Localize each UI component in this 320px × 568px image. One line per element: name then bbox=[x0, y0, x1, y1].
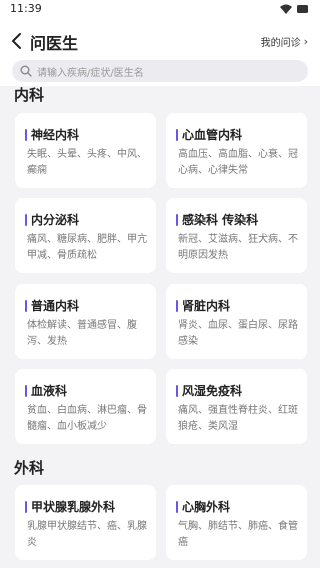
search-container: 请输入疾病/症状/医生名 bbox=[0, 60, 320, 86]
wifi-icon bbox=[280, 4, 292, 14]
back-arrow-icon[interactable] bbox=[10, 32, 24, 50]
department-card[interactable]: 心胸外科 气胸、肺结节、肺癌、食管癌 bbox=[166, 485, 307, 560]
department-description: 气胸、肺结节、肺癌、食管癌 bbox=[178, 521, 298, 548]
my-consultation-link[interactable]: 我的问诊 › bbox=[261, 34, 308, 49]
department-name: 普通内科 bbox=[31, 299, 80, 313]
department-card[interactable]: 感染科 传染科 新冠、艾滋病、狂犬病、不明原因发热 bbox=[166, 198, 307, 273]
status-bar: 11:39 bbox=[0, 0, 320, 20]
department-description: 痛风、糖尿病、肥胖、甲亢甲减、骨质疏松 bbox=[27, 234, 147, 261]
department-name: 感染科 传染科 bbox=[182, 213, 259, 227]
department-card[interactable]: 肾脏内科 肾炎、血尿、蛋白尿、尿路感染 bbox=[166, 284, 307, 359]
department-name: 甲状腺乳腺外科 bbox=[31, 500, 116, 514]
department-description: 新冠、艾滋病、狂犬病、不明原因发热 bbox=[178, 234, 298, 261]
accent-bar bbox=[176, 500, 178, 513]
department-card[interactable]: 风湿免疫科 痛风、强直性脊柱炎、红斑狼疮、类风湿 bbox=[166, 369, 307, 444]
accent-bar bbox=[176, 128, 178, 141]
department-description: 痛风、强直性脊柱炎、红斑狼疮、类风湿 bbox=[178, 405, 298, 432]
accent-bar bbox=[176, 384, 178, 397]
section-title-internal-medicine: 内科 bbox=[14, 86, 45, 104]
accent-bar bbox=[25, 128, 27, 141]
search-icon bbox=[20, 65, 32, 77]
page-title: 问医生 bbox=[30, 34, 79, 53]
department-name: 心胸外科 bbox=[182, 500, 231, 514]
department-card[interactable]: 血液科 贫血、白血病、淋巴瘤、骨髓瘤、血小板减少 bbox=[15, 369, 156, 444]
status-icons bbox=[280, 4, 308, 14]
accent-bar bbox=[25, 500, 27, 513]
search-input[interactable]: 请输入疾病/症状/医生名 bbox=[12, 60, 308, 82]
department-card[interactable]: 内分泌科 痛风、糖尿病、肥胖、甲亢甲减、骨质疏松 bbox=[15, 198, 156, 273]
department-name: 肾脏内科 bbox=[182, 299, 231, 313]
department-card[interactable]: 普通内科 体检解读、普通感冒、腹泻、发热 bbox=[15, 284, 156, 359]
accent-bar bbox=[176, 213, 178, 226]
search-placeholder: 请输入疾病/症状/医生名 bbox=[37, 68, 144, 79]
department-name: 内分泌科 bbox=[31, 213, 80, 227]
accent-bar bbox=[25, 384, 27, 397]
accent-bar bbox=[176, 299, 178, 312]
section-title-surgery: 外科 bbox=[14, 459, 45, 477]
app-header: 问医生 我的问诊 › bbox=[0, 20, 320, 60]
department-name: 心血管内科 bbox=[182, 128, 243, 142]
status-time: 11:39 bbox=[10, 2, 42, 15]
department-description: 贫血、白血病、淋巴瘤、骨髓瘤、血小板减少 bbox=[27, 405, 147, 432]
department-card[interactable]: 甲状腺乳腺外科 乳腺甲状腺结节、癌、乳腺炎 bbox=[15, 485, 156, 560]
chevron-right-icon: › bbox=[303, 35, 308, 48]
department-description: 肾炎、血尿、蛋白尿、尿路感染 bbox=[178, 320, 298, 347]
department-description: 乳腺甲状腺结节、癌、乳腺炎 bbox=[27, 521, 147, 548]
my-consultation-label: 我的问诊 bbox=[260, 38, 301, 49]
department-name: 血液科 bbox=[31, 384, 68, 398]
department-description: 高血压、高血脂、心衰、冠心病、心律失常 bbox=[178, 149, 298, 176]
department-description: 失眠、头晕、头疼、中风、癫痫 bbox=[27, 149, 147, 176]
accent-bar bbox=[25, 213, 27, 226]
department-description: 体检解读、普通感冒、腹泻、发热 bbox=[27, 320, 137, 347]
accent-bar bbox=[25, 299, 27, 312]
battery-icon bbox=[297, 5, 308, 13]
department-card[interactable]: 心血管内科 高血压、高血脂、心衰、冠心病、心律失常 bbox=[166, 113, 307, 188]
department-name: 风湿免疫科 bbox=[182, 384, 243, 398]
department-name: 神经内科 bbox=[31, 128, 80, 142]
department-card[interactable]: 神经内科 失眠、头晕、头疼、中风、癫痫 bbox=[15, 113, 156, 188]
